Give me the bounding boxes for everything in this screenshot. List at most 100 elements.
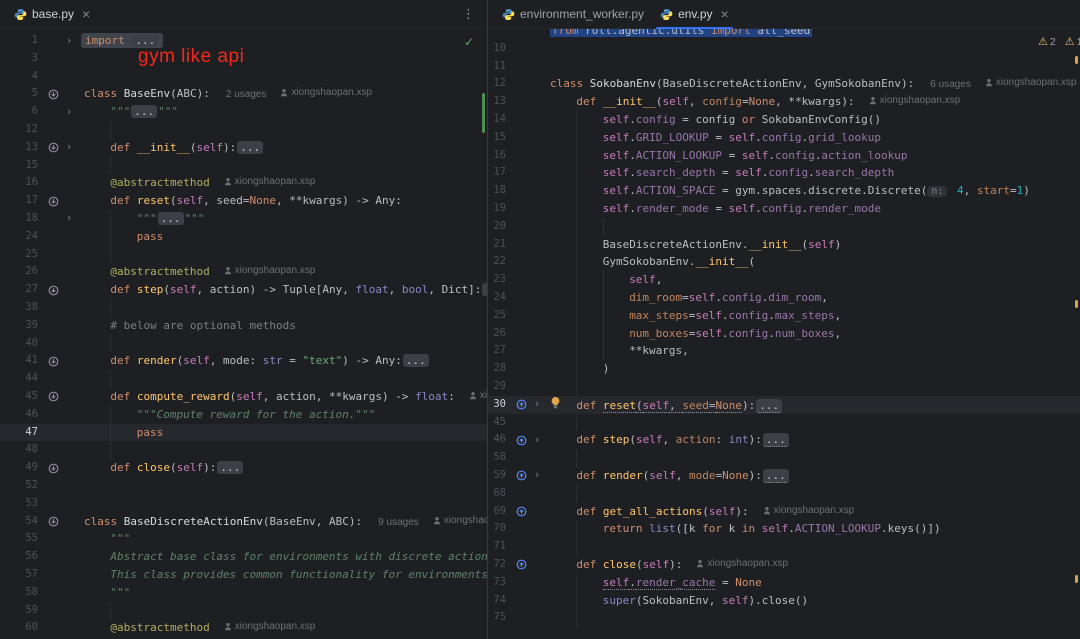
code-line[interactable]: 27def step(self, action) -> Tuple[Any, f… [0, 281, 487, 299]
implemented-marker-icon[interactable] [44, 352, 62, 370]
fold-chevron-icon[interactable]: › [62, 103, 76, 121]
folded-code[interactable]: ... [763, 469, 789, 483]
code-text[interactable]: dim_room=self.config.dim_room, [544, 289, 1080, 307]
code-text[interactable]: self.ACTION_SPACE = gym.spaces.discrete.… [544, 182, 1080, 200]
code-line[interactable]: 70return list([k for k in self.ACTION_LO… [488, 520, 1080, 538]
code-line[interactable]: 55""" [0, 530, 487, 548]
code-line[interactable]: 26@abstractmethodxiongshaopan.xsp [0, 263, 487, 281]
line-number[interactable]: 26 [488, 325, 512, 343]
code-text[interactable]: num_boxes=self.config.num_boxes, [544, 325, 1080, 343]
code-line[interactable]: 14 self.config = config or SokobanEnvConf… [488, 111, 1080, 129]
author-annotation[interactable]: xiongshaopan.xsp [224, 265, 316, 276]
code-line[interactable]: 48 [0, 441, 487, 459]
code-line[interactable]: 52 [0, 477, 487, 495]
line-number[interactable]: 49 [0, 459, 44, 477]
code-text[interactable] [76, 121, 487, 139]
line-number[interactable]: 56 [0, 548, 44, 566]
implemented-marker-icon[interactable] [44, 459, 62, 477]
code-line[interactable]: 54class BaseDiscreteActionEnv(BaseEnv, A… [0, 513, 487, 531]
code-line[interactable]: 21BaseDiscreteActionEnv.__init__(self) [488, 236, 1080, 254]
implemented-marker-icon[interactable] [44, 388, 62, 406]
line-number[interactable]: 54 [0, 513, 44, 531]
code-line[interactable]: 73self.render_cache = None [488, 574, 1080, 592]
line-number[interactable]: 70 [488, 520, 512, 538]
code-text[interactable]: @abstractmethodxiongshaopan.xsp [76, 619, 487, 637]
code-line[interactable]: 17def reset(self, seed=None, **kwargs) -… [0, 192, 487, 210]
line-number[interactable]: 45 [0, 388, 44, 406]
code-text[interactable] [544, 40, 1080, 58]
code-line[interactable]: 41def render(self, mode: str = "text") -… [0, 352, 487, 370]
code-line[interactable]: 5class BaseEnv(ABC):2 usagesxiongshaopan… [0, 85, 487, 103]
code-line[interactable]: 69def get_all_actions(self):xiongshaopan… [488, 503, 1080, 521]
code-line[interactable]: 25max_steps=self.config.max_steps, [488, 307, 1080, 325]
code-text[interactable]: def step(self, action) -> Tuple[Any, flo… [76, 281, 487, 299]
author-annotation[interactable]: xiongshaopan.xsp [869, 95, 961, 106]
pane-divider[interactable] [487, 0, 488, 639]
code-text[interactable]: class SokobanEnv(BaseDiscreteActionEnv, … [544, 75, 1080, 93]
fold-chevron-icon[interactable]: › [62, 139, 76, 157]
code-text[interactable]: # below are optional methods [76, 317, 487, 335]
line-number[interactable]: 22 [488, 253, 512, 271]
line-number[interactable]: 3 [0, 50, 44, 68]
tab-close-icon[interactable]: × [721, 7, 729, 21]
code-text[interactable] [76, 602, 487, 620]
code-line[interactable]: 74super(SokobanEnv, self).close() [488, 592, 1080, 610]
code-line[interactable]: 45 def compute_reward(self, action, **kwa… [0, 388, 487, 406]
implemented-marker-icon[interactable] [44, 139, 62, 157]
override-marker-icon[interactable] [512, 556, 530, 574]
line-number[interactable]: 52 [0, 477, 44, 495]
code-line[interactable]: 18self.ACTION_SPACE = gym.spaces.discret… [488, 182, 1080, 200]
line-number[interactable]: 12 [0, 121, 44, 139]
code-line[interactable]: 4 [0, 68, 487, 86]
tab-close-icon[interactable]: × [82, 7, 90, 21]
code-line[interactable]: 10 [488, 40, 1080, 58]
line-number[interactable]: 17 [488, 164, 512, 182]
code-line[interactable]: 57This class provides common functionali… [0, 566, 487, 584]
code-line[interactable]: 15 [0, 157, 487, 175]
code-text[interactable] [76, 246, 487, 264]
code-text[interactable]: self.config = config or SokobanEnvConfig… [544, 111, 1080, 129]
code-text[interactable]: """ [76, 530, 487, 548]
code-text[interactable]: def close(self):... [76, 459, 487, 477]
line-number[interactable]: 53 [0, 495, 44, 513]
code-line[interactable]: 38 [0, 299, 487, 317]
code-text[interactable]: def compute_reward(self, action, **kwarg… [76, 388, 487, 406]
code-line[interactable]: 47pass [0, 424, 487, 442]
code-text[interactable]: super(SokobanEnv, self).close() [544, 592, 1080, 610]
code-line[interactable]: 13›def __init__(self):... [0, 139, 487, 157]
fold-chevron-icon[interactable]: › [530, 467, 544, 485]
line-number[interactable]: 20 [488, 218, 512, 236]
code-text[interactable]: pass [76, 228, 487, 246]
line-number[interactable]: 41 [0, 352, 44, 370]
line-number[interactable]: 5 [0, 85, 44, 103]
code-line[interactable]: 59 [0, 602, 487, 620]
code-line[interactable]: 58 [488, 449, 1080, 467]
line-number[interactable]: 48 [0, 441, 44, 459]
code-line[interactable]: 72def close(self):xiongshaopan.xsp [488, 556, 1080, 574]
code-text[interactable]: max_steps=self.config.max_steps, [544, 307, 1080, 325]
warning-group[interactable]: ⚠ 2 [1038, 35, 1056, 48]
code-line[interactable]: 68 [488, 485, 1080, 503]
code-text[interactable]: @abstractmethodxiongshaopan.xsp [76, 263, 487, 281]
inspections-ok-icon[interactable]: ✓ [464, 35, 474, 49]
fold-chevron-icon[interactable]: › [530, 396, 544, 414]
code-line[interactable]: 29 [488, 378, 1080, 396]
fold-chevron-icon[interactable]: › [62, 32, 76, 50]
line-number[interactable]: 28 [488, 360, 512, 378]
folded-code[interactable]: ... [217, 461, 243, 474]
override-marker-icon[interactable] [512, 431, 530, 449]
line-number[interactable]: 14 [488, 111, 512, 129]
code-line[interactable]: 60@abstractmethodxiongshaopan.xsp [0, 619, 487, 637]
code-text[interactable]: def reset(self, seed=None, **kwargs) -> … [76, 192, 487, 210]
line-number[interactable]: 29 [488, 378, 512, 396]
code-line[interactable]: 12 [0, 121, 487, 139]
author-annotation[interactable]: xiongshaopan.xsp [224, 621, 316, 632]
code-line[interactable]: 23self, [488, 271, 1080, 289]
tab-options-icon[interactable]: ⋮ [462, 7, 475, 22]
code-line[interactable]: 24pass [0, 228, 487, 246]
implemented-marker-icon[interactable] [44, 85, 62, 103]
code-text[interactable] [76, 477, 487, 495]
code-text[interactable] [76, 68, 487, 86]
code-text[interactable]: def render(self, mode=None):... [544, 467, 1080, 485]
code-text[interactable]: self.render_cache = None [544, 574, 1080, 592]
